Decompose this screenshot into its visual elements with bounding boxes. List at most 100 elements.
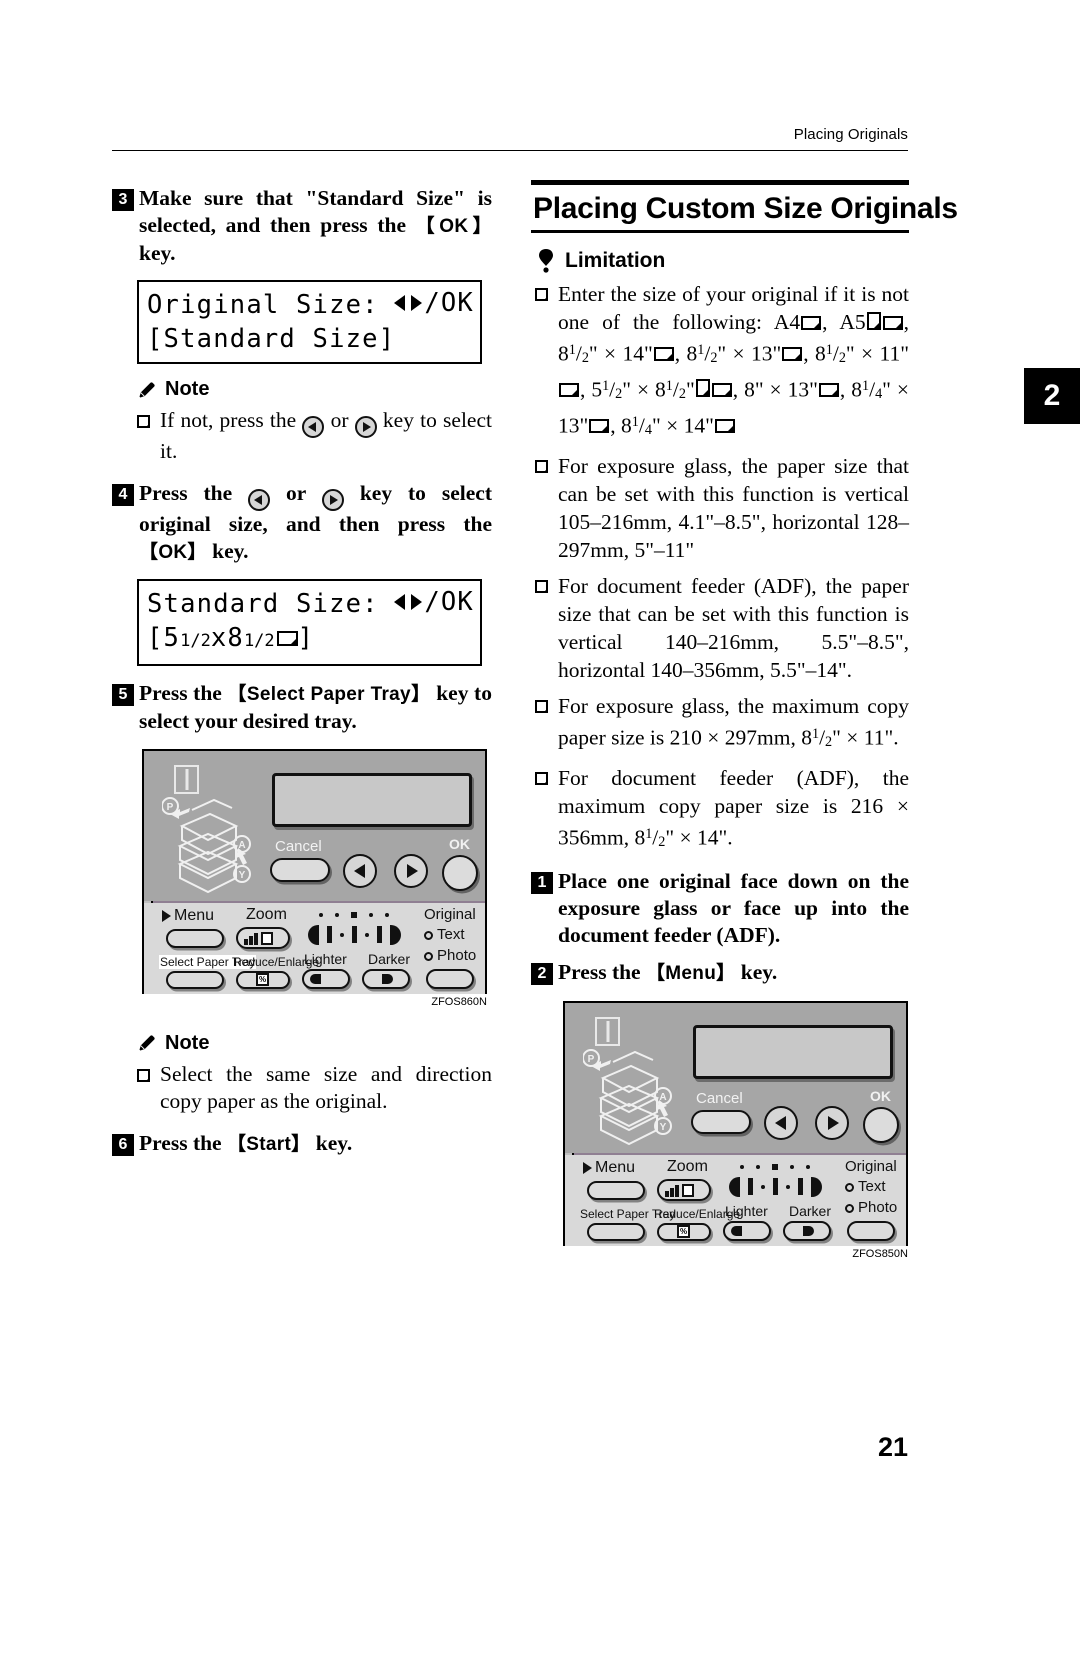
step-2: 2 Press the 【Menu】 key. xyxy=(531,959,909,987)
paper-portrait-icon-a5 xyxy=(866,311,881,330)
paper-landscape-icon-813 xyxy=(818,382,839,397)
select-paper-tray-button-1[interactable] xyxy=(166,970,224,989)
copier-illustration-icon: P A Y xyxy=(162,796,251,893)
bullet-square-icon-7 xyxy=(535,771,548,785)
step-5: 5 Press the 【Select Paper Tray】 key to s… xyxy=(112,680,492,735)
paper-landscape-icon-a5 xyxy=(882,315,903,330)
zoom-label-2: Zoom xyxy=(667,1157,708,1175)
limitation-item-exposure-glass-range: For exposure glass, the paper size that … xyxy=(535,452,909,564)
paper-landscape-icon-82513 xyxy=(589,419,610,433)
ok-button-1[interactable] xyxy=(442,854,478,891)
panel-upper-1: P A Y Cancel OK xyxy=(144,750,485,901)
left-right-arrows-icon xyxy=(393,293,423,313)
menu-key-label: 【Menu】 xyxy=(645,962,736,984)
note-1-item-text: If not, press the or key to select it. xyxy=(160,408,492,463)
step-4-text: Press the or key to select original size… xyxy=(139,480,492,563)
limitation-heading: Limitation xyxy=(537,248,909,273)
lcd2-label: Standard Size: xyxy=(147,588,379,619)
paper-jam-icon-2 xyxy=(595,1016,620,1046)
bullet-square-icon-2 xyxy=(137,1068,150,1082)
step-2-text: Press the 【Menu】 key. xyxy=(558,959,778,984)
left-arrow-key-icon-2 xyxy=(248,488,271,511)
right-arrow-button-2[interactable] xyxy=(815,1105,849,1140)
density-indicator-2 xyxy=(729,1176,822,1197)
right-column: Placing Custom Size Originals Limitation… xyxy=(531,180,958,1260)
step-6-number: 6 xyxy=(112,1133,134,1156)
right-arrow-key-icon xyxy=(354,416,377,438)
control-panel-2: PAY Cancel OK Menu Select Paper Tray Zoo… xyxy=(563,1000,908,1246)
header-rule xyxy=(112,150,908,151)
note-1-item: If not, press the or key to select it. xyxy=(137,407,492,466)
paper-landscape-icon-8511 xyxy=(559,382,579,397)
manual-page: Placing Originals 2 21 3 Make sure that … xyxy=(0,0,1080,1669)
photo-radio-icon-1[interactable] xyxy=(424,951,433,961)
panel-lcd-screen-1 xyxy=(272,772,472,827)
start-key-label: 【Start】 xyxy=(226,1133,311,1155)
left-arrow-key-icon xyxy=(302,416,325,438)
zoom-label-1: Zoom xyxy=(246,905,287,923)
step-5-number: 5 xyxy=(112,683,134,706)
left-arrow-button-2[interactable] xyxy=(764,1105,798,1140)
zoom-glyph-icon-2 xyxy=(665,1183,694,1197)
bullet-square-icon xyxy=(137,415,150,428)
menu-button-2[interactable] xyxy=(587,1180,645,1200)
left-arrow-button-1[interactable] xyxy=(343,853,377,888)
select-paper-tray-key-label: 【Select Paper Tray】 xyxy=(227,683,431,705)
limitation-adf-max-text: For document feeder (ADF), the maximum c… xyxy=(558,765,909,850)
menu-button-1[interactable] xyxy=(166,928,224,948)
limitation-exposure-glass-max-text: For exposure glass, the maximum copy pap… xyxy=(558,693,909,750)
step-2-number: 2 xyxy=(531,962,553,985)
bullet-square-icon-3 xyxy=(535,287,548,301)
left-column: 3 Make sure that "Standard Size" is sele… xyxy=(112,185,492,1160)
note-2-heading: Note xyxy=(137,1032,492,1055)
limitation-adf-range-text: For document feeder (ADF), the paper siz… xyxy=(558,573,909,682)
menu-triangle-icon-2 xyxy=(583,1161,592,1174)
lcd2-line-1: Standard Size: /OK xyxy=(147,585,474,621)
note-1-title: Note xyxy=(165,378,210,400)
lcd2-line-2: [5 1/2 x8 1/2] xyxy=(147,622,315,653)
original-type-button-2[interactable] xyxy=(847,1220,895,1241)
ok-label-1: OK xyxy=(449,835,470,852)
bullet-square-icon-5 xyxy=(535,579,548,593)
section-rule-bottom xyxy=(531,230,909,233)
step-1-text: Place one original face down on the expo… xyxy=(558,868,909,947)
ok-key-label-2: 【OK】 xyxy=(139,541,207,563)
panel-lower-1: Menu Select Paper Tray Zoom Reduce/Enlar… xyxy=(144,902,485,994)
cancel-label-2: Cancel xyxy=(696,1089,743,1107)
bullet-square-icon-4 xyxy=(535,459,548,473)
figure-control-panel-2: PAY Cancel OK Menu Select Paper Tray Zoo… xyxy=(563,1000,908,1260)
running-head: Placing Originals xyxy=(793,126,908,143)
chapter-tab: 2 xyxy=(1024,368,1080,424)
text-radio-icon-1[interactable] xyxy=(424,930,433,940)
reduce-enlarge-glyph-icon: % xyxy=(256,972,269,986)
ok-key-label: 【OK】 xyxy=(415,216,492,237)
page-number: 21 xyxy=(877,1432,908,1462)
select-paper-tray-button-2[interactable] xyxy=(587,1222,645,1241)
step-4-number: 4 xyxy=(112,483,134,506)
photo-mode-label-2: Photo xyxy=(845,1199,897,1216)
step-3-number: 3 xyxy=(112,189,134,211)
reduce-enlarge-glyph-icon-2: % xyxy=(677,1224,690,1238)
limitation-item-exposure-glass-max: For exposure glass, the maximum copy pap… xyxy=(535,692,909,756)
cancel-button-2[interactable] xyxy=(691,1109,751,1134)
section-title: Placing Custom Size Originals xyxy=(533,192,958,225)
svg-text:A: A xyxy=(238,840,245,851)
original-type-button-1[interactable] xyxy=(426,968,474,989)
right-arrow-key-icon-2 xyxy=(321,488,344,511)
svg-text:Y: Y xyxy=(239,870,246,881)
paper-landscape-icon-8513 xyxy=(782,346,803,361)
photo-radio-icon-2[interactable] xyxy=(845,1203,854,1213)
cancel-button-1[interactable] xyxy=(270,857,330,882)
right-arrow-button-1[interactable] xyxy=(394,853,428,888)
cancel-label-1: Cancel xyxy=(275,837,322,855)
photo-mode-label-1: Photo xyxy=(424,947,476,964)
paper-landscape-icon-5585 xyxy=(711,382,732,397)
text-radio-icon-2[interactable] xyxy=(845,1182,854,1192)
paper-jam-icon xyxy=(174,764,199,794)
note-1-heading: Note xyxy=(137,378,492,401)
ok-button-2[interactable] xyxy=(863,1106,899,1143)
pencil-icon-2 xyxy=(139,1035,155,1051)
panel-lower-2: Menu Select Paper Tray Zoom Reduce/Enlar… xyxy=(565,1154,906,1246)
lcd-display-original-size: Original Size: /OK [Standard Size] xyxy=(137,280,482,364)
note-2-title: Note xyxy=(165,1031,210,1054)
